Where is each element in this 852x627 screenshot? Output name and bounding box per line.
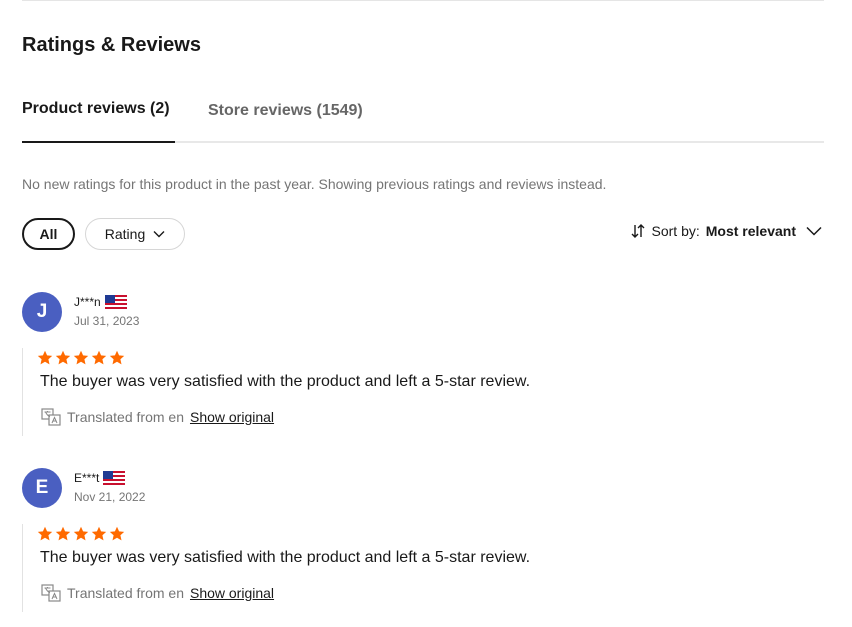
tab-store-reviews[interactable]: Store reviews (1549) (208, 102, 363, 120)
show-original-link[interactable]: Show original (190, 585, 274, 601)
sort-value: Most relevant (705, 223, 796, 239)
review-body: The buyer was very satisfied with the pr… (22, 348, 822, 436)
review-date: Jul 31, 2023 (74, 314, 140, 328)
chevron-down-icon (153, 231, 165, 238)
star-icon (37, 526, 53, 541)
reviewer-name: J***n (74, 295, 127, 309)
sort-prefix: Sort by: (651, 223, 700, 239)
sort-dropdown[interactable]: Sort by: Most relevant (630, 223, 823, 239)
no-new-ratings-notice: No new ratings for this product in the p… (22, 176, 607, 192)
review-item: E E***t Nov 21, 2022 The buyer was very … (22, 468, 824, 618)
star-icon (109, 526, 125, 541)
translated-from-text: Translated from en (67, 585, 184, 601)
filter-all-button[interactable]: All (22, 218, 75, 250)
avatar: J (22, 292, 62, 332)
reviewer-name: E***t (74, 471, 126, 485)
reviewer-name-text: E***t (74, 471, 100, 485)
star-icon (109, 350, 125, 365)
top-divider (22, 0, 824, 1)
translate-icon (41, 584, 61, 602)
star-icon (91, 526, 107, 541)
star-icon (55, 526, 71, 541)
active-tab-indicator (22, 141, 175, 143)
star-icon (91, 350, 107, 365)
filter-all-label: All (39, 226, 58, 242)
show-original-link[interactable]: Show original (190, 409, 274, 425)
translation-note: Translated from en Show original (41, 408, 274, 426)
translated-from-text: Translated from en (67, 409, 184, 425)
review-tabs: Product reviews (2) Store reviews (1549) (22, 96, 824, 143)
review-body: The buyer was very satisfied with the pr… (22, 524, 822, 612)
section-title: Ratings & Reviews (22, 34, 201, 56)
filter-rating-label: Rating (104, 226, 146, 242)
review-date: Nov 21, 2022 (74, 490, 146, 504)
translation-note: Translated from en Show original (41, 584, 274, 602)
us-flag-icon (104, 295, 127, 309)
reviewer-name-text: J***n (74, 295, 101, 309)
review-text: The buyer was very satisfied with the pr… (40, 549, 531, 566)
sort-icon (631, 224, 644, 238)
star-icon (37, 350, 53, 365)
star-rating (37, 350, 125, 366)
star-rating (37, 526, 125, 542)
star-icon (73, 526, 89, 541)
translate-icon (41, 408, 61, 426)
avatar: E (22, 468, 62, 508)
star-icon (55, 350, 71, 365)
filter-rating-dropdown[interactable]: Rating (85, 218, 185, 250)
review-item: J J***n Jul 31, 2023 The buyer was very … (22, 292, 824, 442)
tab-product-reviews[interactable]: Product reviews (2) (22, 100, 170, 118)
review-text: The buyer was very satisfied with the pr… (40, 373, 531, 390)
star-icon (73, 350, 89, 365)
us-flag-icon (103, 471, 126, 485)
chevron-down-icon (806, 226, 822, 236)
